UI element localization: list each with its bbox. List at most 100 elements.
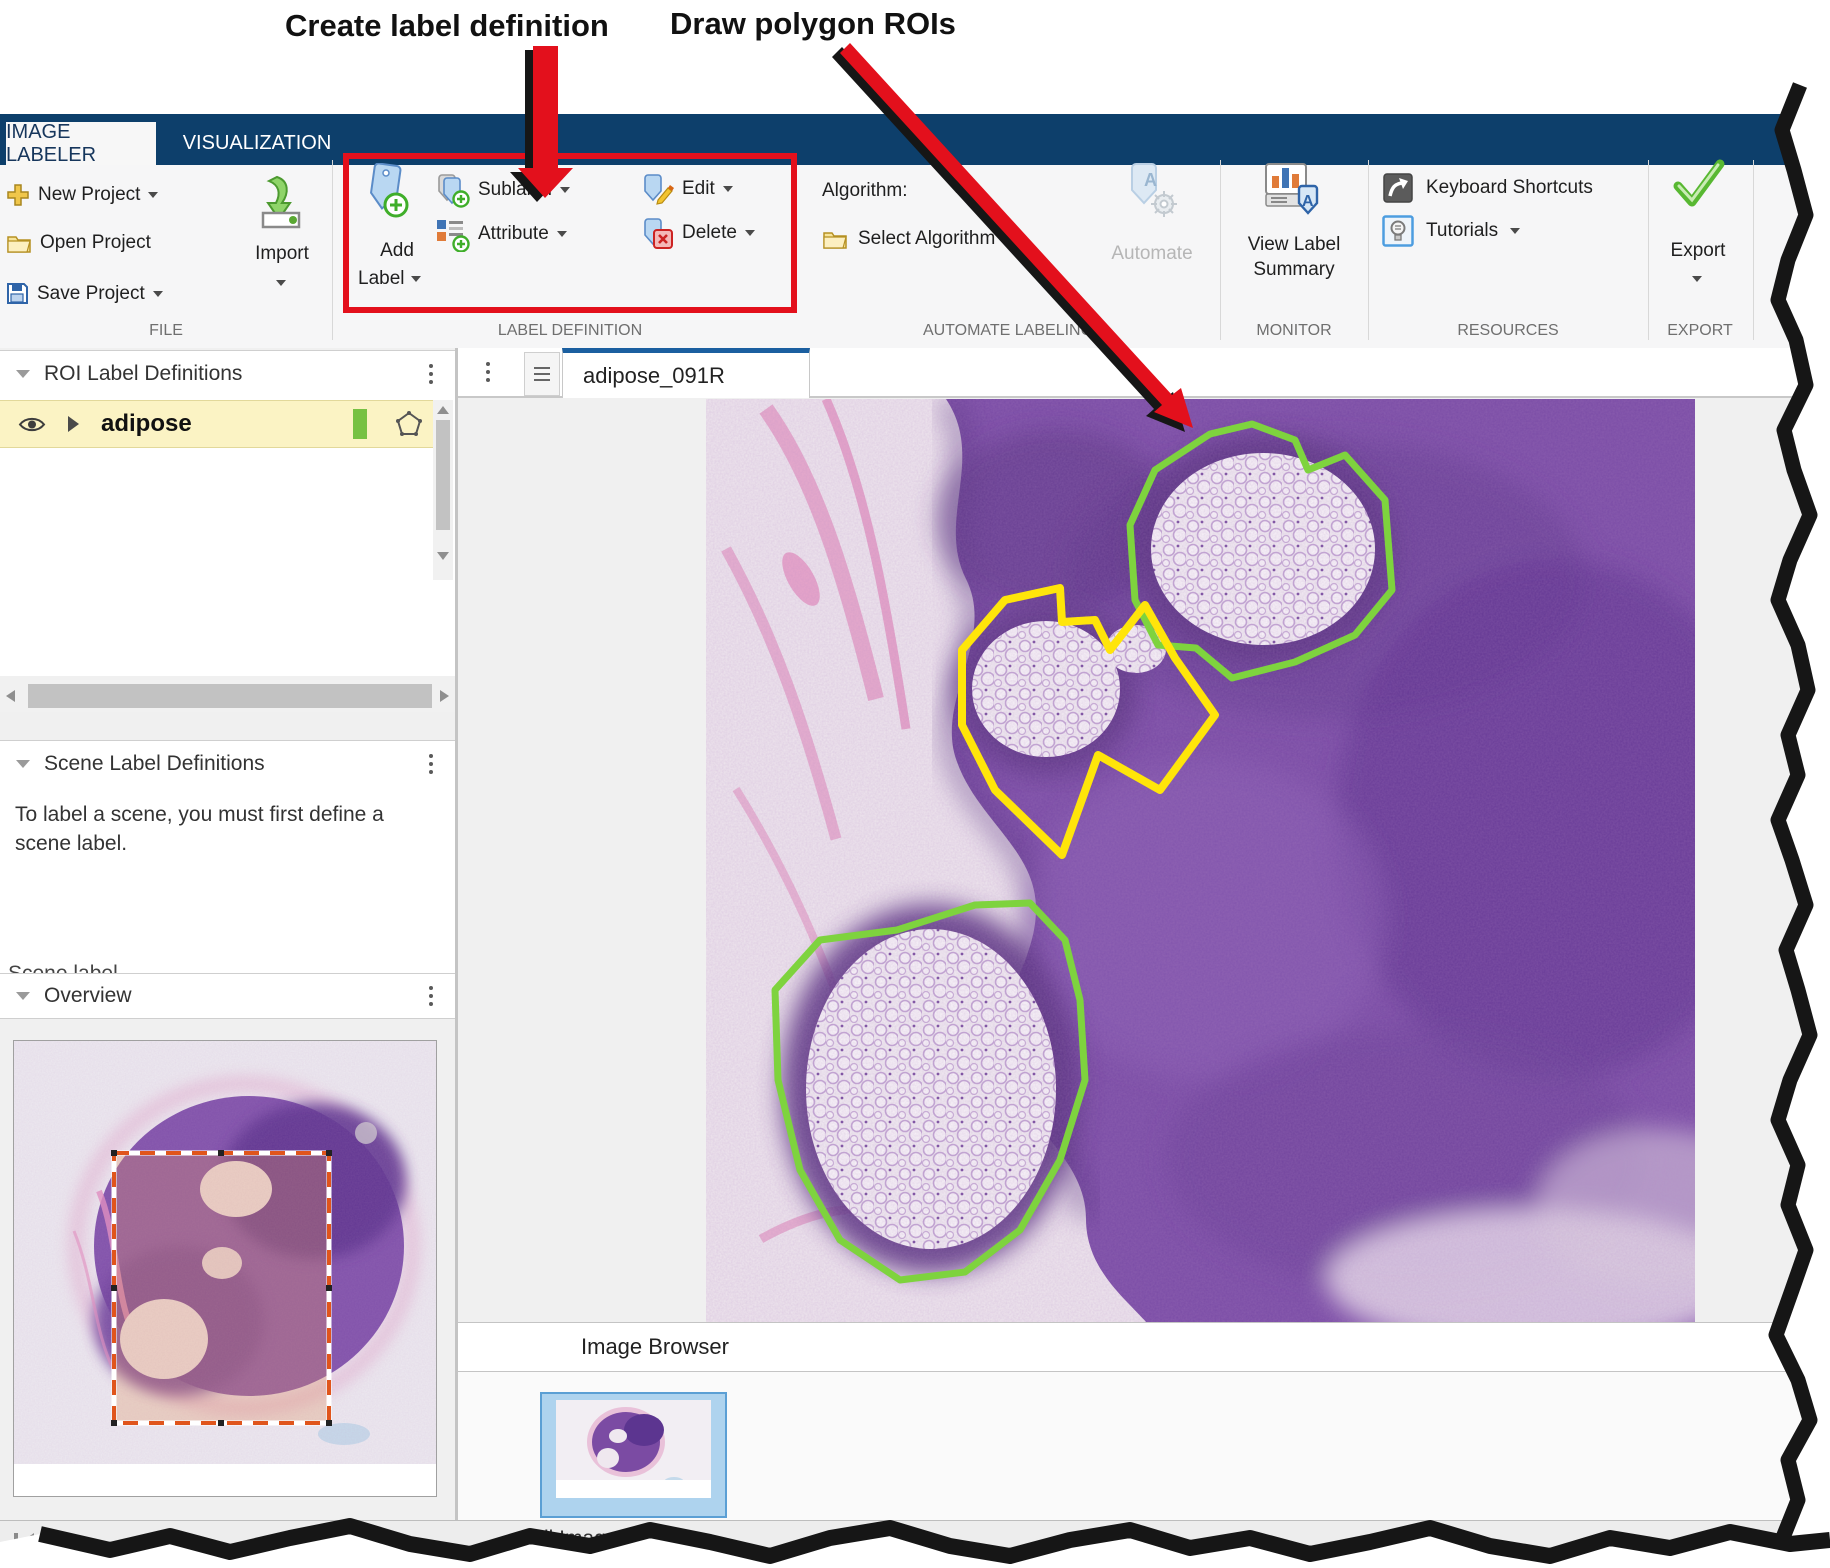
view-label-summary-button[interactable]: A <box>1262 158 1324 220</box>
keyboard-shortcuts-button[interactable]: Keyboard Shortcuts <box>1382 172 1593 204</box>
open-project-label: Open Project <box>40 232 151 254</box>
group-divider <box>1220 160 1221 340</box>
thumbnail-slide-image <box>556 1400 711 1498</box>
status-text: All Images - 1/1 <box>530 1527 676 1551</box>
export-label: Export <box>1662 240 1734 262</box>
select-algorithm-folder-icon <box>822 228 848 250</box>
section-label-monitor: MONITOR <box>1224 322 1364 340</box>
roi-label-name: adipose <box>101 410 192 438</box>
save-project-icon <box>6 282 29 305</box>
group-divider <box>332 160 333 340</box>
overview-header-title: Overview <box>44 984 132 1008</box>
roi-label-row-adipose[interactable]: adipose <box>0 400 433 448</box>
export-button[interactable] <box>1668 156 1728 212</box>
section-label-export: EXPORT <box>1640 322 1760 340</box>
section-label-file: FILE <box>96 322 236 340</box>
scroll-down-icon[interactable] <box>437 552 449 560</box>
roi-label-definitions-header[interactable]: ROI Label Definitions <box>0 350 455 398</box>
document-list-icon[interactable] <box>524 352 560 396</box>
clipped-scene-row: Scene label <box>0 948 455 973</box>
document-tab-label: adipose_091R <box>583 363 725 389</box>
expand-triangle-icon[interactable] <box>68 416 79 432</box>
document-tab-adipose-091R[interactable]: adipose_091R <box>562 348 810 398</box>
open-project-icon <box>6 232 32 254</box>
vscroll-thumb[interactable] <box>436 420 450 530</box>
group-divider <box>1753 160 1754 340</box>
image-labeler-app: Create label definition Draw polygon ROI… <box>0 0 1830 1568</box>
image-browser-title: Image Browser <box>581 1334 729 1360</box>
document-options-menu-icon[interactable] <box>486 362 490 382</box>
scroll-right-icon[interactable] <box>440 690 449 702</box>
collapse-triangle-icon[interactable] <box>16 760 30 768</box>
open-project-button[interactable]: Open Project <box>6 232 151 254</box>
scroll-up-icon[interactable] <box>437 406 449 414</box>
select-algorithm-caret-icon <box>1005 236 1015 242</box>
group-divider <box>1648 160 1649 340</box>
tutorials-button[interactable]: Tutorials <box>1382 215 1520 247</box>
overview-header[interactable]: Overview <box>0 973 455 1019</box>
export-check-icon <box>1668 156 1728 212</box>
polygon-shape-icon <box>395 410 423 438</box>
histology-image[interactable] <box>706 399 1695 1322</box>
roi-list-vscrollbar[interactable] <box>433 400 453 580</box>
section-label-resources: RESOURCES <box>1428 322 1588 340</box>
tab-image-labeler-label: IMAGE LABELER <box>6 121 156 167</box>
annotation-create-label: Create label definition <box>285 8 609 44</box>
tab-image-labeler[interactable]: IMAGE LABELER <box>5 121 157 166</box>
keyboard-shortcuts-icon <box>1382 172 1414 204</box>
import-button[interactable] <box>255 175 307 231</box>
new-project-caret-icon <box>148 192 158 198</box>
overview-header-menu-icon[interactable] <box>429 986 433 1006</box>
select-algorithm-button[interactable]: Select Algorithm <box>822 228 1015 250</box>
label-definition-highlight-box <box>343 153 797 313</box>
hscroll-thumb[interactable] <box>28 684 432 708</box>
tutorials-caret-icon <box>1510 228 1520 234</box>
overview-slide-image <box>14 1041 436 1464</box>
tutorials-icon <box>1382 215 1414 247</box>
overview-view-rect[interactable] <box>111 1150 332 1426</box>
image-browser-thumbnail-selected[interactable] <box>540 1392 727 1518</box>
group-divider <box>1368 160 1369 340</box>
scene-message-area: To label a scene, you must first define … <box>0 786 455 948</box>
automate-icon: A <box>1122 160 1182 224</box>
new-project-icon <box>6 183 30 207</box>
svg-text:A: A <box>1144 170 1157 190</box>
collapse-triangle-icon[interactable] <box>16 370 30 378</box>
save-project-button[interactable]: Save Project <box>6 282 163 305</box>
new-project-button[interactable]: New Project <box>6 183 158 207</box>
export-caret-icon[interactable] <box>1692 276 1702 282</box>
annotation-draw-polygon: Draw polygon ROIs <box>670 6 956 42</box>
overview-image-panel[interactable] <box>13 1040 437 1497</box>
section-label-automate-labeling: AUTOMATE LABELING <box>908 322 1108 340</box>
scene-message-text: To label a scene, you must first define … <box>15 800 443 858</box>
automate-button: A <box>1122 160 1182 224</box>
automate-label: Automate <box>1100 243 1204 265</box>
save-project-label: Save Project <box>37 283 145 305</box>
section-label-label-definition: LABEL DEFINITION <box>470 322 670 340</box>
tab-visualization[interactable]: VISUALIZATION <box>182 121 332 165</box>
import-caret-icon[interactable] <box>276 280 286 286</box>
roi-list-hscrollbar[interactable] <box>0 680 455 712</box>
visibility-eye-icon[interactable] <box>18 415 46 434</box>
view-label-summary-icon: A <box>1262 158 1324 220</box>
scroll-left-icon[interactable] <box>6 690 15 702</box>
skip-to-first-icon[interactable] <box>12 1531 36 1555</box>
view-label-summary-label: View Label Summary <box>1233 232 1355 282</box>
tab-visualization-label: VISUALIZATION <box>183 132 332 155</box>
save-project-caret-icon <box>153 291 163 297</box>
scene-label-definitions-header[interactable]: Scene Label Definitions <box>0 740 455 788</box>
new-project-label: New Project <box>38 184 140 206</box>
clipped-scene-row-text: Scene label <box>8 962 455 973</box>
scene-header-title: Scene Label Definitions <box>44 752 265 776</box>
select-algorithm-label: Select Algorithm <box>858 228 995 250</box>
roi-color-swatch[interactable] <box>353 409 367 439</box>
svg-text:A: A <box>1302 193 1314 210</box>
keyboard-shortcuts-label: Keyboard Shortcuts <box>1426 177 1593 199</box>
roi-header-menu-icon[interactable] <box>429 364 433 384</box>
tutorials-label: Tutorials <box>1426 220 1498 242</box>
import-label: Import <box>240 243 324 265</box>
status-bar: All Images - 1/1 <box>0 1520 1830 1568</box>
collapse-triangle-icon[interactable] <box>16 992 30 1000</box>
import-icon <box>255 175 307 231</box>
scene-header-menu-icon[interactable] <box>429 754 433 774</box>
